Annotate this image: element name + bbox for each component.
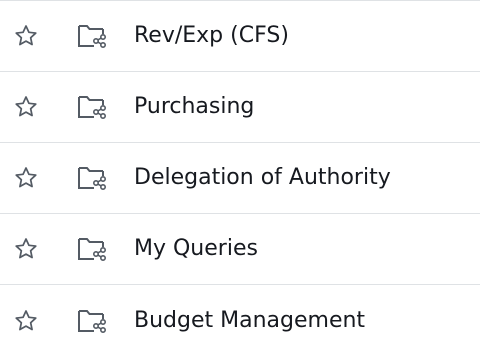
folder-list: Rev/Exp (CFS) Purchasing Delegation of A…	[0, 0, 480, 348]
shared-folder-icon	[76, 93, 108, 121]
star-outline-icon[interactable]	[12, 307, 40, 335]
shared-folder-icon	[76, 164, 108, 192]
folder-label: Rev/Exp (CFS)	[134, 23, 289, 48]
folder-item-my-queries[interactable]: My Queries	[0, 214, 480, 285]
star-outline-icon[interactable]	[12, 22, 40, 50]
shared-folder-icon	[76, 307, 108, 335]
folder-item-rev-exp-cfs[interactable]: Rev/Exp (CFS)	[0, 1, 480, 72]
folder-label: Budget Management	[134, 307, 366, 333]
folder-label: My Queries	[134, 236, 258, 261]
folder-label: Purchasing	[134, 94, 255, 119]
folder-item-delegation-of-authority[interactable]: Delegation of Authority	[0, 143, 480, 214]
folder-label: Delegation of Authority	[134, 165, 391, 190]
star-outline-icon[interactable]	[12, 164, 40, 192]
star-outline-icon[interactable]	[12, 93, 40, 121]
folder-item-purchasing[interactable]: Purchasing	[0, 72, 480, 143]
shared-folder-icon	[76, 22, 108, 50]
folder-item-budget-management[interactable]: Budget Management	[0, 285, 480, 356]
star-outline-icon[interactable]	[12, 235, 40, 263]
shared-folder-icon	[76, 235, 108, 263]
